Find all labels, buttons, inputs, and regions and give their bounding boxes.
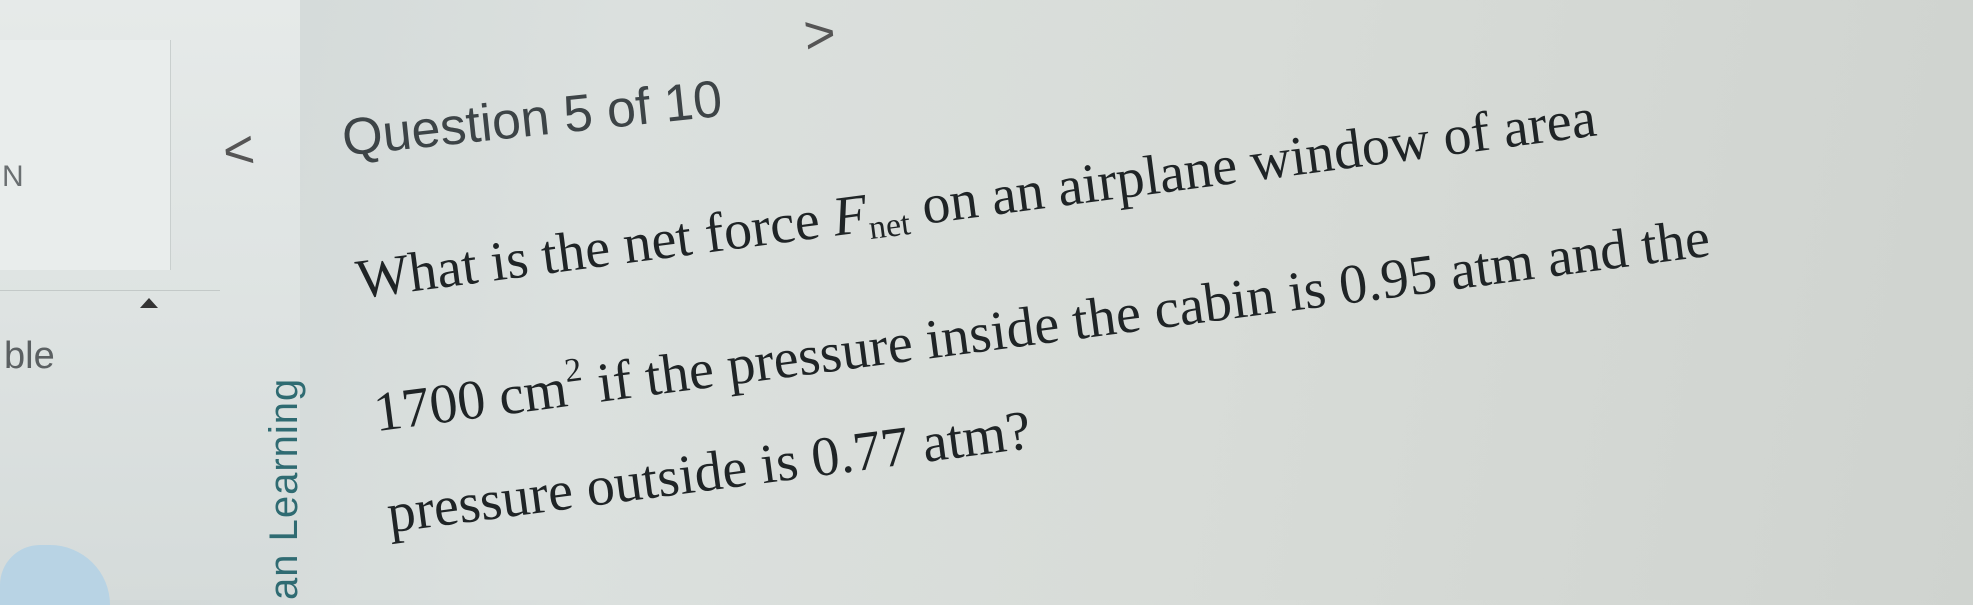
learning-vertical-label: an Learning <box>262 377 306 600</box>
question-line-2-start: 1700 cm <box>370 357 571 445</box>
collapse-arrow-icon[interactable] <box>140 298 158 308</box>
sidebar-blue-shape <box>0 545 110 605</box>
sidebar-label[interactable]: ble <box>4 335 55 378</box>
sidebar-glyph: N <box>2 160 24 193</box>
question-navigation: < Question 5 of 10 > <box>200 0 872 182</box>
question-line-1-start: What is the net force <box>352 187 838 312</box>
force-symbol: F <box>828 182 871 249</box>
next-question-button[interactable]: > <box>801 2 839 67</box>
sidebar-divider <box>0 290 220 291</box>
sidebar-panel <box>0 40 171 270</box>
previous-question-button[interactable]: < <box>220 118 258 183</box>
force-subscript: net <box>866 204 913 248</box>
question-counter: Question 5 of 10 <box>339 69 725 168</box>
